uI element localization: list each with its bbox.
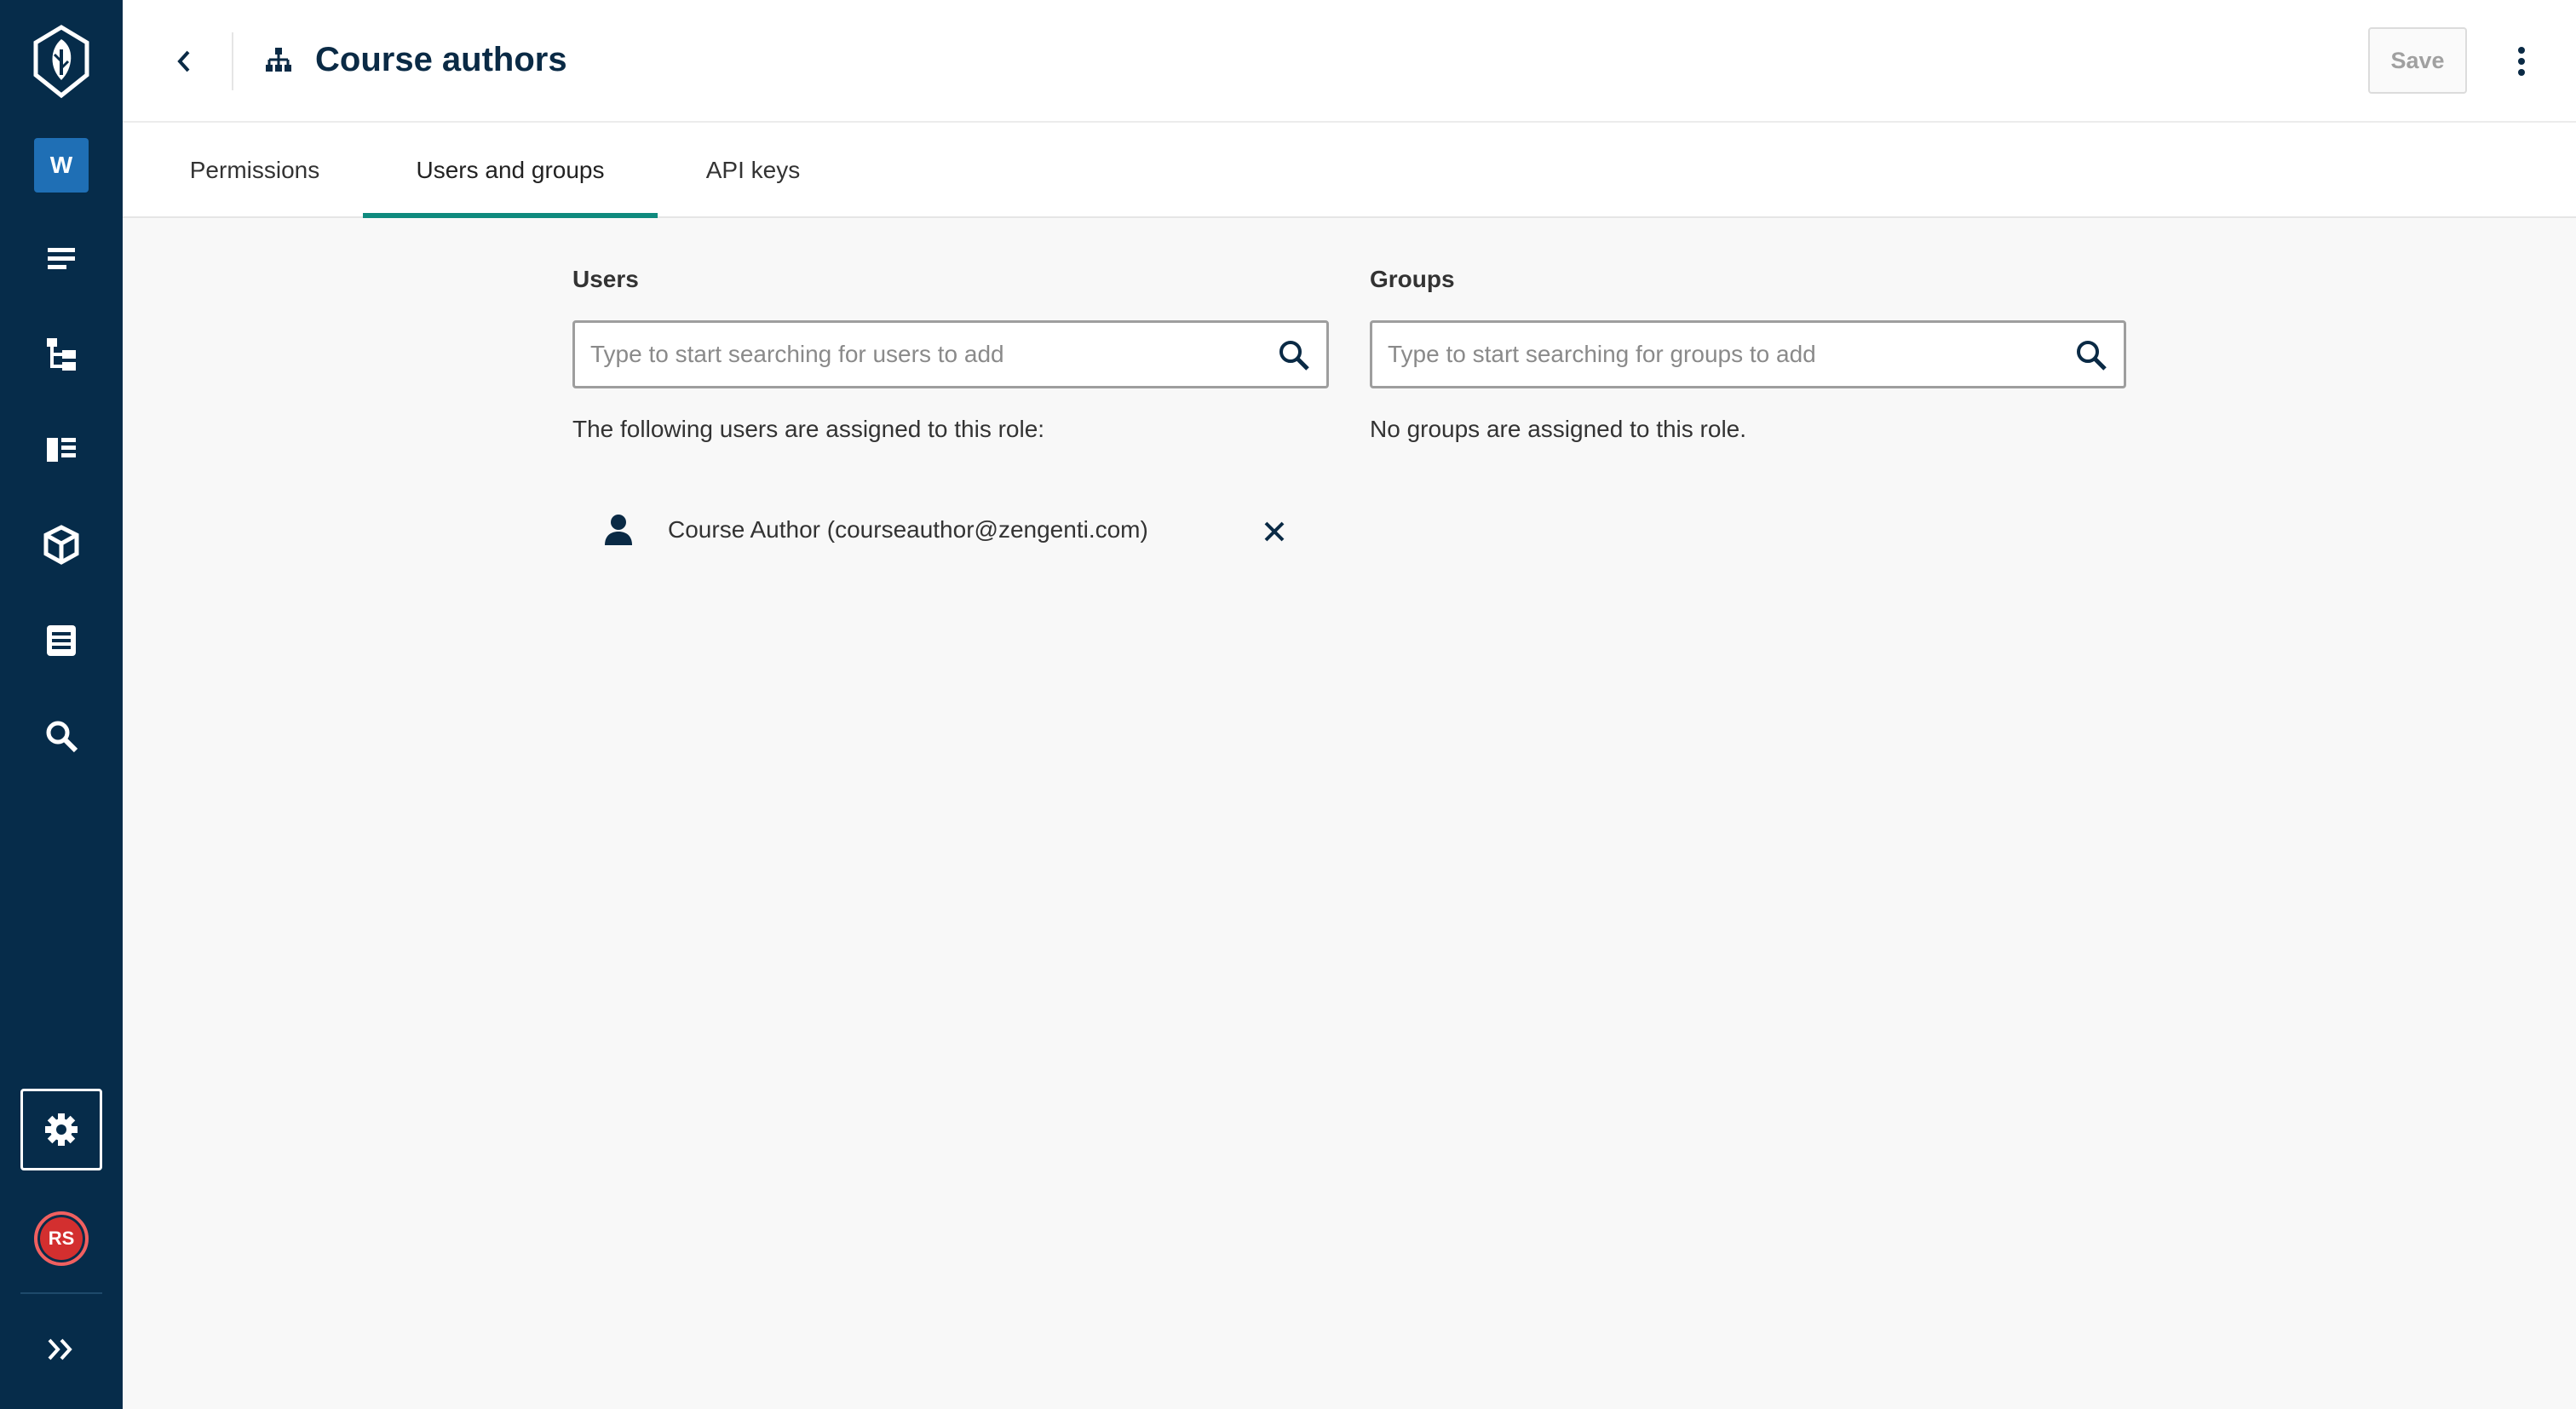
assets-icon[interactable] <box>20 504 102 586</box>
header-divider <box>232 32 233 90</box>
more-vertical-icon <box>2518 47 2525 76</box>
tab-bar: Permissions Users and groups API keys <box>123 123 2576 218</box>
users-search-input[interactable] <box>590 323 1255 386</box>
avatar-initials: RS <box>48 1228 75 1249</box>
page-header: Course authors Save <box>123 0 2576 123</box>
chevron-left-icon <box>177 50 190 72</box>
back-button[interactable] <box>157 34 211 89</box>
role-hierarchy-icon <box>266 46 291 78</box>
assigned-user-name: Course Author (courseauthor@zengenti.com… <box>668 516 1148 543</box>
tab-permissions[interactable]: Permissions <box>148 123 361 218</box>
app-root: W RS Course authors Save Permissions Use… <box>0 0 2576 1409</box>
settings-button[interactable] <box>20 1089 102 1170</box>
users-assigned-text: The following users are assigned to this… <box>572 416 1045 442</box>
search-icon[interactable] <box>1277 338 1311 372</box>
settings-icon <box>45 1113 78 1146</box>
groups-search-field[interactable] <box>1370 320 2126 388</box>
avatar[interactable]: RS <box>34 1211 89 1266</box>
content-icon[interactable] <box>20 218 102 300</box>
close-icon <box>1264 521 1285 542</box>
search-icon[interactable] <box>20 695 102 777</box>
workspace-initial: W <box>49 152 73 178</box>
users-label: Users <box>572 266 639 292</box>
expand-icon[interactable] <box>20 1308 102 1390</box>
save-button[interactable]: Save <box>2368 27 2467 94</box>
remove-user-button[interactable] <box>1254 511 1295 552</box>
users-search-field[interactable] <box>572 320 1329 388</box>
search-icon[interactable] <box>2074 338 2108 372</box>
workspace-badge[interactable]: W <box>34 138 89 193</box>
blocks-icon[interactable] <box>20 409 102 491</box>
groups-label: Groups <box>1370 266 1455 292</box>
tab-api-keys[interactable]: API keys <box>659 123 847 218</box>
tab-label: API keys <box>705 157 801 183</box>
groups-assigned-text: No groups are assigned to this role. <box>1370 416 1747 442</box>
sidebar: W RS <box>0 0 123 1409</box>
tab-users-and-groups[interactable]: Users and groups <box>363 123 658 218</box>
site-tree-icon[interactable] <box>20 313 102 395</box>
tab-label: Permissions <box>189 157 320 183</box>
person-icon <box>605 515 632 545</box>
tab-label: Users and groups <box>416 157 605 183</box>
sidebar-divider <box>20 1292 102 1294</box>
groups-search-input[interactable] <box>1388 323 2052 386</box>
assigned-user-row: Course Author (courseauthor@zengenti.com… <box>572 506 1329 557</box>
more-options-button[interactable] <box>2494 34 2549 89</box>
entries-icon[interactable] <box>20 600 102 681</box>
page-title: Course authors <box>315 41 567 78</box>
logo-icon[interactable] <box>20 20 102 102</box>
